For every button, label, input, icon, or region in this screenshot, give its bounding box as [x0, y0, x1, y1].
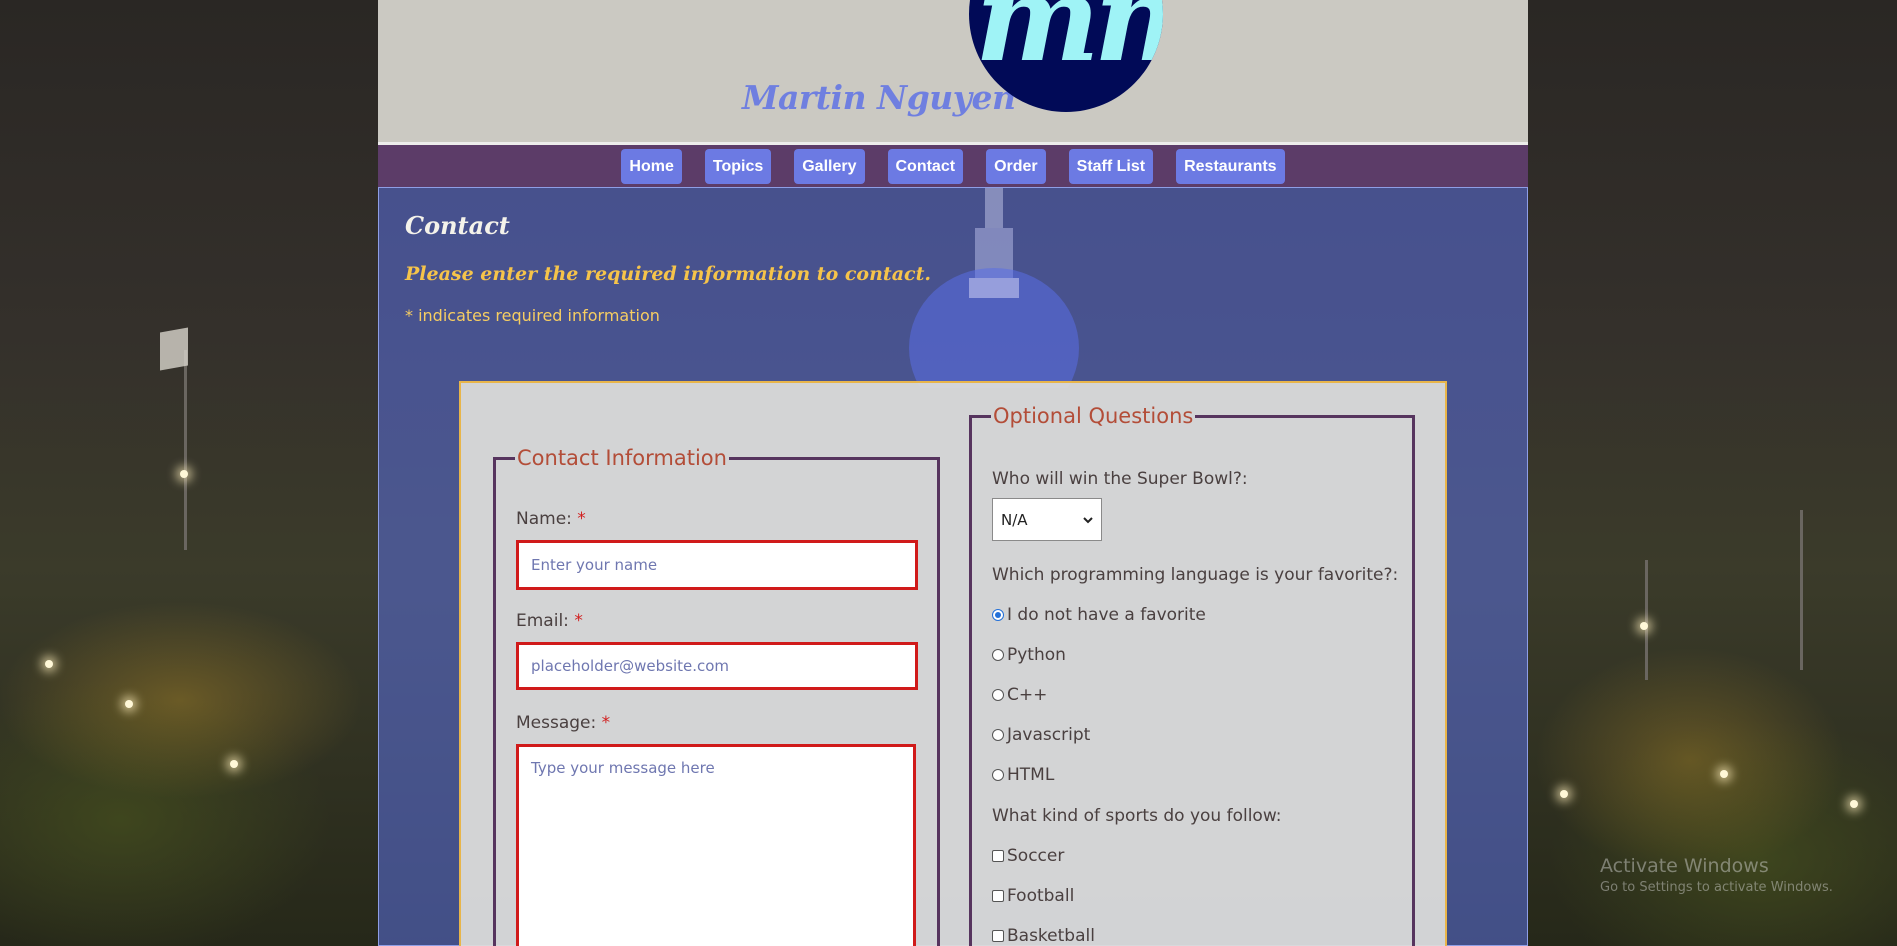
checkbox-icon[interactable] [992, 930, 1004, 942]
sport-option-soccer[interactable]: Soccer [986, 846, 1064, 866]
main-content: Contact Please enter the required inform… [378, 187, 1528, 946]
page-container: Martin Nguyen mn Home Topics Gallery Con… [378, 0, 1528, 946]
logo-text: mn [975, 0, 1163, 88]
language-option-cpp[interactable]: C++ [986, 685, 1047, 705]
radio-icon[interactable] [992, 729, 1004, 741]
watermark-line1: Activate Windows [1600, 855, 1769, 877]
message-textarea[interactable] [516, 744, 916, 946]
superbowl-select[interactable]: N/A [992, 498, 1102, 541]
page-subtitle: Please enter the required information to… [405, 263, 931, 285]
flag-pole [1800, 510, 1803, 670]
checkbox-icon[interactable] [992, 850, 1004, 862]
checkbox-icon[interactable] [992, 890, 1004, 902]
flag [160, 327, 188, 371]
flag-pole [184, 350, 187, 550]
name-input[interactable] [516, 540, 918, 590]
contact-form: Contact Information Name: * Email: * Mes… [459, 381, 1447, 946]
flag-pole [1645, 560, 1648, 680]
site-header: Martin Nguyen mn [378, 0, 1528, 145]
required-note: * indicates required information [405, 306, 660, 325]
nav-gallery[interactable]: Gallery [794, 148, 865, 184]
street-lamp [1560, 790, 1568, 798]
superbowl-selected-value: N/A [1001, 510, 1028, 529]
sport-option-label: Soccer [1007, 846, 1065, 866]
street-lamp [1720, 770, 1728, 778]
chevron-down-icon [1083, 516, 1093, 523]
street-lamp [1640, 622, 1648, 630]
language-option-label: HTML [1007, 765, 1055, 785]
nav-staff-list[interactable]: Staff List [1068, 148, 1154, 184]
sport-option-label: Football [1007, 886, 1075, 906]
message-label: Message: * [516, 713, 610, 733]
os-activation-watermark: Activate Windows Go to Settings to activ… [1600, 855, 1833, 895]
contact-info-legend: Contact Information [517, 446, 727, 470]
street-lamp [45, 660, 53, 668]
superbowl-question: Who will win the Super Bowl?: [992, 469, 1248, 489]
language-option-label: Javascript [1007, 725, 1091, 745]
language-option-javascript[interactable]: Javascript [986, 725, 1090, 745]
sports-question: What kind of sports do you follow: [992, 806, 1282, 826]
watermark-line2: Go to Settings to activate Windows. [1600, 880, 1833, 895]
language-option-python[interactable]: Python [986, 645, 1066, 665]
nav-contact[interactable]: Contact [887, 148, 964, 184]
street-lamp [125, 700, 133, 708]
radio-icon[interactable] [992, 689, 1004, 701]
street-lamp [230, 760, 238, 768]
sport-option-basketball[interactable]: Basketball [986, 926, 1095, 946]
sport-option-football[interactable]: Football [986, 886, 1074, 906]
main-nav: Home Topics Gallery Contact Order Staff … [378, 145, 1528, 187]
language-question: Which programming language is your favor… [992, 565, 1399, 585]
message-label-text: Message: [516, 713, 597, 733]
radio-icon[interactable] [992, 649, 1004, 661]
nav-order[interactable]: Order [986, 148, 1046, 184]
language-option-html[interactable]: HTML [986, 765, 1054, 785]
name-label: Name: * [516, 509, 586, 529]
city-hall-dome-image [909, 188, 1079, 388]
language-option-label: I do not have a favorite [1007, 605, 1206, 625]
language-option-label: Python [1007, 645, 1066, 665]
nav-topics[interactable]: Topics [704, 148, 772, 184]
email-label: Email: * [516, 611, 583, 631]
email-label-text: Email: [516, 611, 569, 631]
language-option-none[interactable]: I do not have a favorite [986, 605, 1206, 625]
street-lamp [1850, 800, 1858, 808]
sport-option-label: Basketball [1007, 926, 1095, 946]
name-label-text: Name: [516, 509, 572, 529]
required-marker: * [601, 713, 611, 733]
nav-home[interactable]: Home [621, 148, 682, 184]
radio-icon[interactable] [992, 769, 1004, 781]
page-title: Contact [405, 211, 510, 240]
nav-restaurants[interactable]: Restaurants [1176, 148, 1285, 184]
required-marker: * [574, 611, 583, 631]
radio-selected-icon[interactable] [992, 609, 1004, 621]
email-input[interactable] [516, 642, 918, 690]
required-marker: * [577, 509, 586, 529]
language-option-label: C++ [1007, 685, 1048, 705]
street-lamp [180, 470, 188, 478]
optional-questions-legend: Optional Questions [993, 404, 1194, 428]
